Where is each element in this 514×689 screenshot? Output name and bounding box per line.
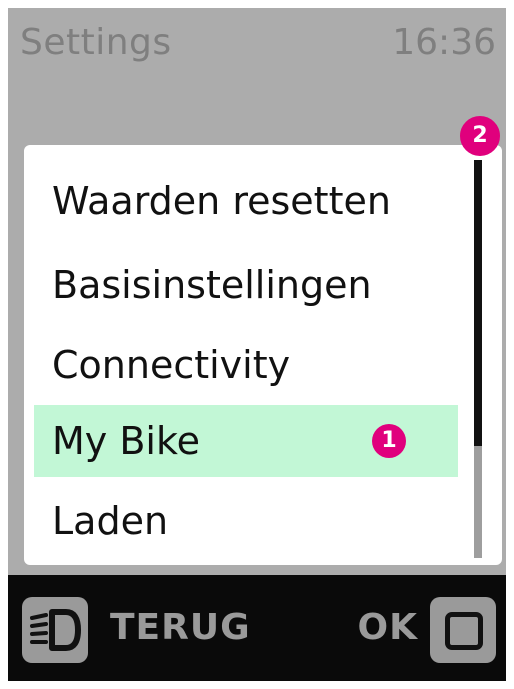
scrollbar-thumb[interactable]	[474, 160, 482, 446]
headlight-icon	[22, 597, 88, 663]
square-glyph	[445, 612, 483, 650]
menu-item-waarden-resetten[interactable]: Waarden resetten	[34, 165, 458, 237]
ok-button[interactable]: OK	[346, 597, 496, 663]
ok-label: OK	[357, 607, 418, 648]
menu-item-label: Laden	[52, 499, 169, 543]
back-button[interactable]: TERUG	[22, 597, 262, 663]
menu-item-label: My Bike	[52, 419, 201, 463]
menu-item-label: Connectivity	[52, 343, 291, 387]
menu-item-laden[interactable]: Laden	[34, 485, 458, 557]
menu-item-my-bike[interactable]: My Bike 1	[34, 405, 458, 477]
step-badge: 1	[372, 424, 406, 458]
clock: 16:36	[392, 22, 496, 63]
menu-item-label: Basisinstellingen	[52, 263, 372, 307]
step-badge-scroll: 2	[460, 116, 500, 156]
menu-item-basisinstellingen[interactable]: Basisinstellingen	[34, 249, 458, 321]
back-label: TERUG	[110, 607, 251, 648]
scrollbar[interactable]	[474, 160, 482, 558]
menu-item-label: Waarden resetten	[52, 179, 391, 223]
button-bar: TERUG OK	[8, 575, 506, 681]
square-button-icon	[430, 597, 496, 663]
device-screen: Settings 16:36 Waarden resetten Basisins…	[8, 8, 506, 681]
status-header: Settings 16:36	[8, 8, 506, 88]
page-title: Settings	[20, 22, 172, 63]
settings-menu: Waarden resetten Basisinstellingen Conne…	[24, 145, 502, 565]
menu-item-connectivity[interactable]: Connectivity	[34, 329, 458, 401]
